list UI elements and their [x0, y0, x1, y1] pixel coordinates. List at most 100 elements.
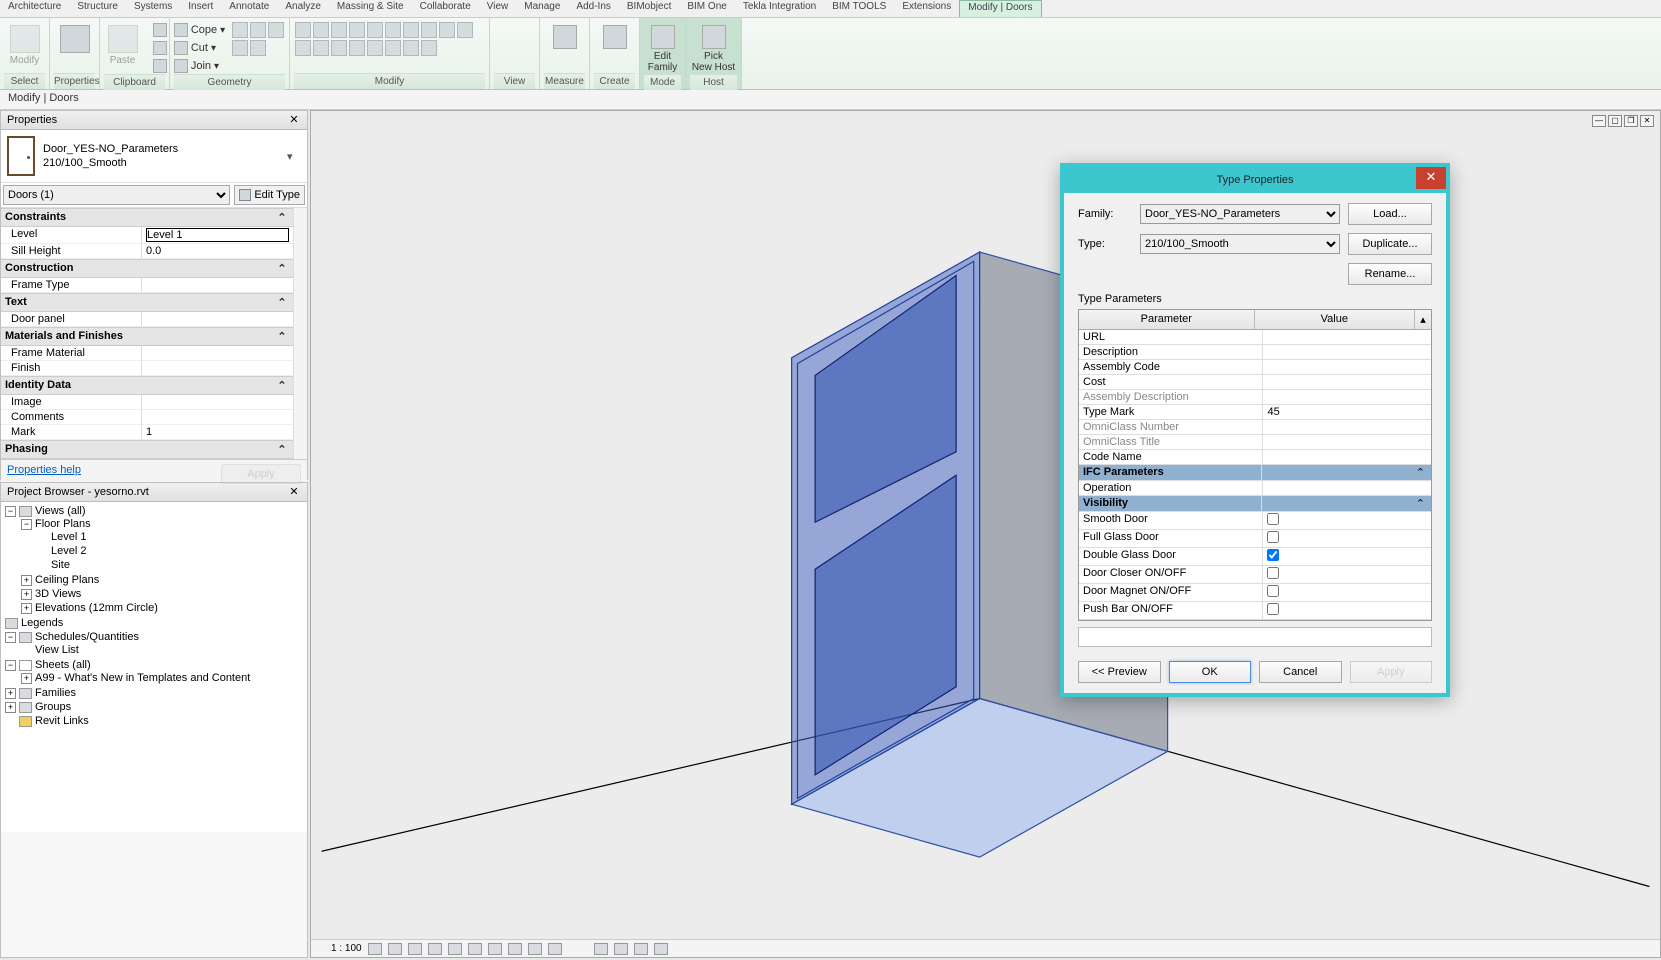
edit-family-button[interactable]: Edit Family — [643, 22, 682, 76]
reveal-hidden-icon[interactable] — [548, 943, 562, 955]
push-bar-checkbox[interactable] — [1267, 603, 1279, 615]
expand-toggle[interactable]: + — [21, 589, 32, 600]
frametype-input[interactable] — [146, 279, 289, 291]
modify-tool-icon[interactable] — [403, 40, 419, 56]
expand-toggle[interactable]: − — [5, 506, 16, 517]
expand-toggle[interactable]: − — [21, 519, 32, 530]
menu-tab[interactable]: Tekla Integration — [735, 0, 824, 17]
maximize-icon[interactable]: ▢ — [1608, 115, 1622, 127]
offset-icon[interactable] — [403, 22, 419, 38]
array-icon[interactable] — [439, 22, 455, 38]
menu-tab[interactable]: BIM One — [679, 0, 734, 17]
scrollbar[interactable] — [293, 208, 307, 459]
codename-value[interactable] — [1263, 450, 1431, 464]
tree-3dviews[interactable]: 3D Views — [35, 588, 81, 600]
collapse-icon[interactable]: ⌃ — [275, 330, 289, 343]
tree-schedules[interactable]: Schedules/Quantities — [35, 631, 139, 643]
sun-path-icon[interactable] — [408, 943, 422, 955]
view-tool-icon[interactable] — [507, 22, 523, 38]
unpin-icon[interactable] — [313, 40, 329, 56]
close-icon[interactable]: ✕ — [287, 113, 301, 127]
tree-a99[interactable]: A99 - What's New in Templates and Conten… — [35, 672, 250, 684]
assembly-code-value[interactable] — [1263, 360, 1431, 374]
menu-tab[interactable]: Modify | Doors — [959, 0, 1041, 17]
collapse-icon[interactable]: ⌃ — [275, 296, 289, 309]
cancel-button[interactable]: Cancel — [1259, 661, 1342, 683]
apply-button[interactable]: Apply — [1350, 661, 1433, 683]
expand-toggle[interactable]: − — [5, 632, 16, 643]
mark-input[interactable] — [146, 426, 289, 438]
tree-views[interactable]: Views (all) — [35, 505, 86, 517]
tree-legends[interactable]: Legends — [21, 617, 63, 629]
menu-tab[interactable]: Extensions — [894, 0, 959, 17]
comments-input[interactable] — [146, 411, 289, 423]
minimize-icon[interactable]: — — [1592, 115, 1606, 127]
view-3d[interactable]: — ▢ ❐ ✕ 1 : 100 — [310, 110, 1661, 958]
edit-type-button[interactable]: Edit Type — [234, 185, 305, 205]
temp-hide-icon[interactable] — [528, 943, 542, 955]
menu-tab[interactable]: Architecture — [0, 0, 69, 17]
tree-viewlist[interactable]: View List — [35, 644, 79, 656]
collapse-icon[interactable]: ⌃ — [1262, 465, 1431, 480]
expand-toggle[interactable]: − — [5, 660, 16, 671]
door-magnet-checkbox[interactable] — [1267, 585, 1279, 597]
rendering-icon[interactable] — [448, 943, 462, 955]
value-header[interactable]: Value — [1255, 310, 1415, 329]
view-tool-icon[interactable] — [507, 40, 523, 56]
modify-tool-icon[interactable] — [421, 40, 437, 56]
delete-icon[interactable] — [331, 40, 347, 56]
menu-tab[interactable]: Collaborate — [412, 0, 479, 17]
expand-toggle[interactable]: + — [21, 575, 32, 586]
paste-button[interactable]: Paste — [100, 22, 146, 69]
split-icon[interactable] — [367, 22, 383, 38]
geom-tool-icon[interactable] — [232, 40, 248, 56]
viewbar-icon[interactable] — [614, 943, 628, 955]
create-icon[interactable] — [603, 25, 627, 49]
crop-region-icon[interactable] — [488, 943, 502, 955]
modify-tool-button[interactable]: Modify — [2, 22, 48, 69]
pin-icon[interactable] — [295, 40, 311, 56]
cut-clipboard-button[interactable] — [150, 22, 170, 38]
close-view-icon[interactable]: ✕ — [1640, 115, 1654, 127]
url-value[interactable] — [1263, 330, 1431, 344]
modify-tool-icon[interactable] — [349, 40, 365, 56]
geom-tool-icon[interactable] — [250, 22, 266, 38]
expand-toggle[interactable]: + — [5, 688, 16, 699]
copy-clipboard-button[interactable] — [150, 40, 170, 56]
expand-toggle[interactable]: + — [21, 603, 32, 614]
parameter-header[interactable]: Parameter — [1079, 310, 1255, 329]
align-icon[interactable] — [385, 22, 401, 38]
load-button[interactable]: Load... — [1348, 203, 1432, 225]
trim-icon[interactable] — [349, 22, 365, 38]
ifc-header[interactable]: IFC Parameters — [1079, 465, 1262, 480]
shadows-icon[interactable] — [428, 943, 442, 955]
preview-button[interactable]: << Preview — [1078, 661, 1161, 683]
viewbar-icon[interactable] — [634, 943, 648, 955]
tree-revitlinks[interactable]: Revit Links — [35, 715, 89, 727]
model-canvas[interactable] — [311, 111, 1660, 957]
expand-toggle[interactable]: + — [5, 702, 16, 713]
double-glass-checkbox[interactable] — [1267, 549, 1279, 561]
menu-tab[interactable]: Massing & Site — [329, 0, 412, 17]
visual-style-icon[interactable] — [388, 943, 402, 955]
collapse-icon[interactable]: ⌃ — [275, 211, 289, 224]
duplicate-button[interactable]: Duplicate... — [1348, 233, 1432, 255]
viewbar-icon[interactable] — [654, 943, 668, 955]
lock-3d-icon[interactable] — [508, 943, 522, 955]
menu-tab[interactable]: BIMobject — [619, 0, 679, 17]
tree-level1[interactable]: Level 1 — [51, 531, 86, 543]
tree-families[interactable]: Families — [35, 687, 76, 699]
filter-select[interactable]: Doors (1) — [3, 185, 230, 205]
collapse-icon[interactable]: ⌃ — [275, 262, 289, 275]
full-glass-checkbox[interactable] — [1267, 531, 1279, 543]
measure-icon[interactable] — [553, 25, 577, 49]
collapse-icon[interactable]: ⌃ — [275, 379, 289, 392]
cope-button[interactable]: Cope ▾ — [171, 22, 228, 38]
detail-level-icon[interactable] — [368, 943, 382, 955]
scale-icon[interactable] — [457, 22, 473, 38]
type-select[interactable]: 210/100_Smooth — [1140, 234, 1340, 254]
operation-value[interactable] — [1263, 481, 1431, 495]
copy-tool-icon[interactable] — [313, 22, 329, 38]
dialog-titlebar[interactable]: Type Properties ✕ — [1064, 167, 1446, 193]
worksharing-icon[interactable] — [594, 943, 608, 955]
